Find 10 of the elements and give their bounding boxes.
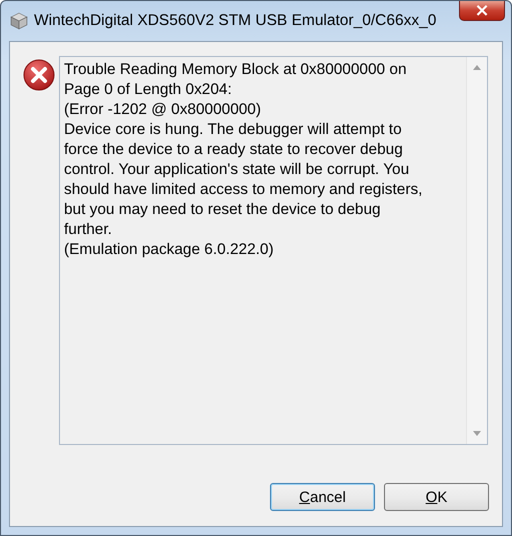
cube-icon bbox=[10, 12, 28, 30]
scrollbar[interactable] bbox=[466, 57, 487, 444]
error-icon bbox=[23, 59, 55, 91]
ok-button[interactable]: OK bbox=[384, 483, 489, 511]
cancel-button[interactable]: Cancel bbox=[270, 483, 375, 511]
window-title: WintechDigital XDS560V2 STM USB Emulator_0/C66xx_0 bbox=[34, 12, 436, 30]
error-message: Trouble Reading Memory Block at 0x80000000 on Page 0 of Length 0x204: (Error -1202 @ 0x80000000) Device core is hung. The debugger will attempt to force the device to a ready state to recover debug control. Your application's state will be corrupt. You should have limited access to memory and registers, but you may need to reset the device to debug further. (Emulation package 6.0.222.0) bbox=[63, 60, 424, 260]
scroll-up-icon[interactable] bbox=[473, 65, 481, 70]
close-button[interactable]: × bbox=[459, 1, 505, 21]
scroll-down-icon[interactable] bbox=[473, 431, 481, 436]
